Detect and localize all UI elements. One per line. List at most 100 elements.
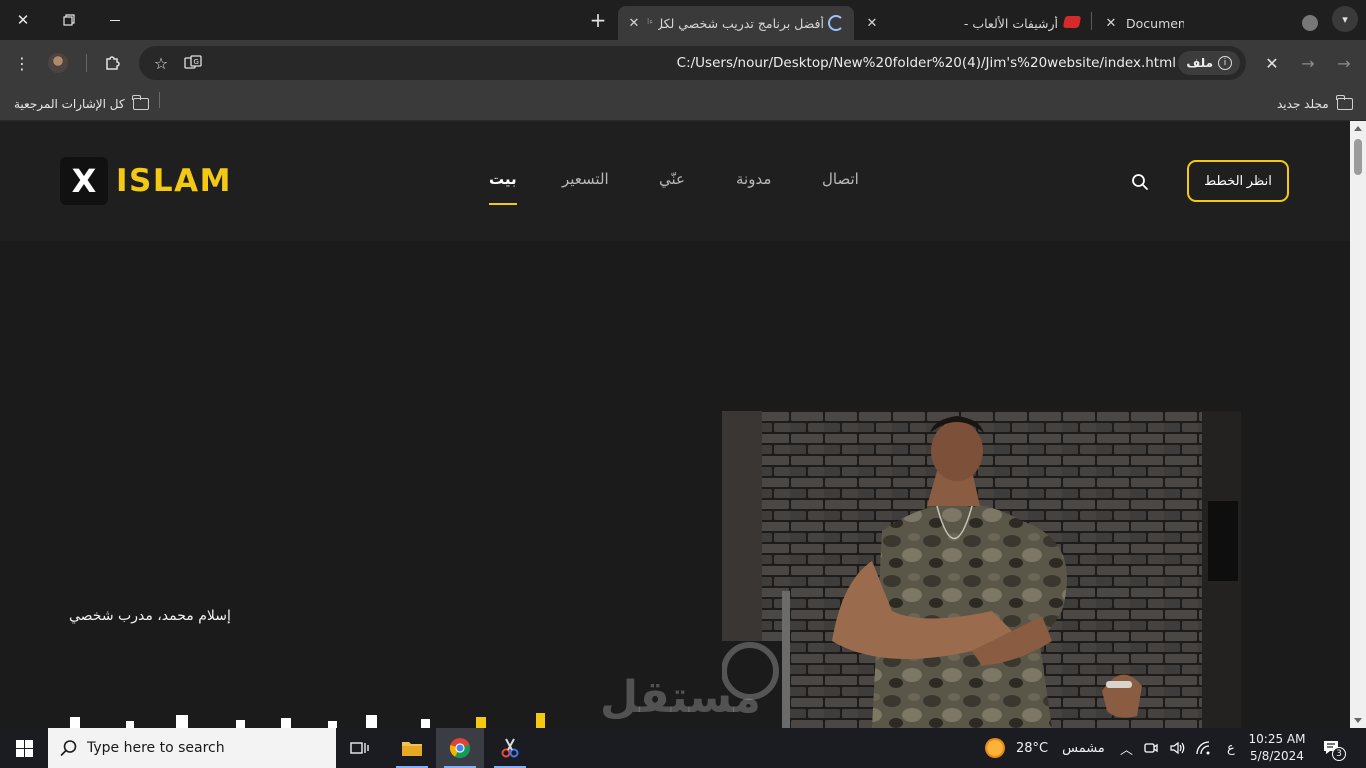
scroll-thumb[interactable] [1354, 139, 1362, 175]
notification-count-badge: 3 [1332, 747, 1346, 761]
close-icon: ✕ [1265, 53, 1279, 73]
taskbar-snipping-tool[interactable] [486, 728, 534, 768]
wifi-icon[interactable] [1195, 740, 1211, 756]
nav-contact[interactable]: اتصال [822, 170, 859, 194]
weather-temp: 28°C [1016, 740, 1049, 756]
search-placeholder: Type here to search [87, 740, 225, 756]
minimize-icon [110, 19, 120, 21]
bookmarks-separator [159, 92, 160, 108]
view-plans-button[interactable]: انظر الخطط [1187, 160, 1289, 202]
tab-close-icon[interactable]: ✕ [861, 12, 883, 34]
tab-separator [1091, 12, 1092, 30]
browser-menu-button[interactable]: ⋮ [8, 49, 36, 77]
start-button[interactable] [0, 728, 48, 768]
tab-fade-marker: ءا [647, 17, 653, 26]
bookmark-new-folder[interactable]: مجلد جديد [1277, 86, 1353, 121]
tab-title: أرشيفات الألعاب - [963, 15, 1058, 31]
folder-icon [1336, 94, 1353, 110]
notification-center-button[interactable]: 3 [1322, 728, 1346, 768]
taskbar-file-explorer[interactable] [388, 728, 436, 768]
trainer-illustration [722, 411, 1241, 728]
weather-widget[interactable]: 28°C مشمس [985, 728, 1105, 768]
tab-close-icon[interactable]: ✕ [1100, 12, 1122, 34]
page-scrollbar[interactable] [1350, 121, 1366, 728]
chevron-up-icon[interactable]: ︿ [1120, 739, 1133, 758]
windows-taskbar: Type here to search 28°C مشمس ︿ ع 10:25 … [0, 728, 1366, 768]
tab-close-icon[interactable]: ✕ [623, 12, 645, 34]
chevron-down-icon: ▾ [1342, 12, 1348, 26]
browser-toolbar: ⋮ ☆ G C:/Users/nour/Desktop/New%20folder… [0, 40, 1366, 86]
clock[interactable]: 10:25 AM 5/8/2024 [1246, 731, 1308, 765]
nav-blog[interactable]: مدونة [736, 170, 771, 194]
site-logo[interactable]: X ISLAM [60, 157, 232, 205]
hero-trainer-photo [722, 411, 1241, 728]
nav-about[interactable]: عنّي [659, 170, 685, 194]
star-icon: ☆ [153, 53, 169, 73]
chrome-icon [449, 738, 471, 758]
meet-now-icon[interactable] [1143, 740, 1159, 756]
info-icon: i [1218, 56, 1232, 70]
folder-icon [402, 742, 422, 756]
nav-pricing[interactable]: التسعير [562, 170, 609, 194]
hero-subtitle: إسلام محمد، مدرب شخصي [69, 608, 231, 624]
translate-icon: G [184, 55, 202, 69]
plus-icon: + [589, 8, 607, 32]
volume-icon[interactable] [1169, 740, 1185, 756]
site-info-chip[interactable]: i ملف [1178, 51, 1240, 75]
bookmark-all-bookmarks[interactable]: كل الإشارات المرجعية [14, 86, 149, 121]
tab-active[interactable]: ✕ أفضل برنامج تدريب شخصي لكل [618, 6, 854, 40]
folder-icon [131, 94, 149, 110]
globe-icon [1302, 15, 1318, 31]
bookmark-star-button[interactable]: ☆ [147, 49, 175, 77]
tab-title: Document [1126, 15, 1184, 31]
taskbar-chrome[interactable] [436, 728, 484, 768]
scroll-up-arrow-icon[interactable] [1354, 126, 1362, 131]
scissors-icon [501, 738, 519, 758]
reload-stop-button[interactable]: ✕ [1258, 49, 1286, 77]
restore-icon [63, 14, 75, 26]
tab-document[interactable]: ✕ Document [1096, 6, 1318, 40]
task-view-button[interactable] [336, 728, 384, 768]
svg-text:G: G [194, 58, 199, 66]
extensions-button[interactable] [98, 49, 126, 77]
url-text[interactable]: C:/Users/nour/Desktop/New%20folder%20(4)… [677, 46, 1176, 80]
translate-button[interactable]: G [179, 49, 207, 77]
task-view-icon [350, 742, 369, 754]
site-favicon-icon [1062, 16, 1082, 28]
taskbar-search-box[interactable]: Type here to search [48, 728, 336, 768]
puzzle-icon [106, 56, 120, 70]
scheme-label: ملف [1186, 56, 1213, 70]
back-button[interactable]: → [1330, 49, 1358, 77]
page-viewport: X ISLAM بيت التسعير عنّي مدونة اتصال انظ… [0, 121, 1350, 728]
logo-text: ISLAM [116, 163, 232, 199]
forward-button[interactable]: → [1294, 49, 1322, 77]
sun-icon [985, 738, 1005, 758]
arrow-right-icon: → [1301, 53, 1315, 73]
bookmark-label: كل الإشارات المرجعية [14, 96, 125, 111]
close-icon: ✕ [16, 11, 30, 29]
clock-date: 5/8/2024 [1250, 749, 1304, 763]
logo-mark: X [60, 157, 108, 205]
tab-title: أفضل برنامج تدريب شخصي لكل [658, 15, 824, 31]
window-minimize-button[interactable] [92, 0, 138, 40]
toolbar-separator [86, 54, 87, 72]
avatar [48, 53, 68, 73]
tab-games-archive[interactable]: ✕ أرشيفات الألعاب - [858, 6, 1086, 40]
tab-search-button[interactable]: ▾ [1332, 6, 1358, 32]
loading-spinner-icon [828, 15, 844, 31]
window-restore-button[interactable] [46, 0, 92, 40]
bookmark-label: مجلد جديد [1277, 96, 1329, 111]
profile-button[interactable] [44, 49, 72, 77]
scroll-down-arrow-icon[interactable] [1354, 718, 1362, 723]
search-icon[interactable] [1131, 173, 1149, 191]
weather-text: مشمس [1062, 740, 1105, 756]
bookmarks-bar: مجلد جديد كل الإشارات المرجعية [0, 86, 1366, 121]
hero-headline-cutoff [66, 711, 566, 728]
arrow-left-icon: → [1337, 53, 1351, 73]
new-tab-button[interactable]: + [584, 6, 612, 34]
address-bar[interactable]: ☆ G C:/Users/nour/Desktop/New%20folder%2… [139, 46, 1246, 80]
window-close-button[interactable]: ✕ [0, 0, 46, 40]
headline-glyph-tops [70, 713, 545, 728]
nav-home[interactable]: بيت [489, 170, 517, 205]
input-language-indicator[interactable]: ع [1227, 741, 1235, 756]
